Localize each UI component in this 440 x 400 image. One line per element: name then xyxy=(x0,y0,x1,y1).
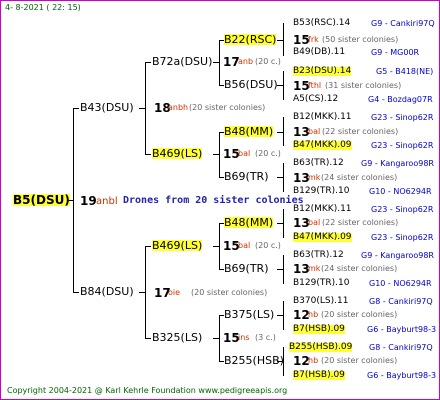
leaf-3-loc: G5 - B418(NE) xyxy=(376,67,434,76)
leaf-12[interactable]: B129(TR).10 xyxy=(293,279,349,288)
leaf-8[interactable]: B129(TR).10 xyxy=(293,187,349,196)
great-8-code: hb xyxy=(308,356,319,365)
great-3-note: (22 sister colonies) xyxy=(322,127,399,136)
mother-1-code: anbh xyxy=(168,103,189,112)
leaf-8-loc: G10 - NO6294R xyxy=(369,187,432,196)
great-1-code: frk xyxy=(308,35,319,44)
print-date: 4- 8-2021 ( 22: 15) xyxy=(5,3,81,12)
leaf-7-loc: G9 - Kangaroo98R xyxy=(361,159,434,168)
grand-3-note: (20 c.) xyxy=(255,241,281,250)
great-4-code: mk xyxy=(308,173,321,182)
leaf-9[interactable]: B12(MKK).11 xyxy=(293,205,352,214)
leaf-13-loc: G8 - Cankiri97Q xyxy=(369,297,433,306)
great-4[interactable]: B69(TR) xyxy=(224,171,269,182)
great-5[interactable]: B48(MM) xyxy=(224,217,274,228)
leaf-14[interactable]: B7(HSB).09 xyxy=(293,325,345,334)
leaf-14-loc: G6 - Bayburt98-3 xyxy=(367,325,437,334)
leaf-1-loc: G9 - Cankiri97Q xyxy=(371,19,435,28)
great-3[interactable]: B48(MM) xyxy=(224,126,274,137)
grand-4-note: (3 c.) xyxy=(255,333,276,342)
great-6[interactable]: B69(TR) xyxy=(224,263,269,274)
grand-3-code: bal xyxy=(238,241,251,250)
great-5-code: bal xyxy=(308,218,321,227)
great-4-note: (24 sister colonies) xyxy=(321,173,398,182)
leaf-7[interactable]: B63(TR).12 xyxy=(293,159,344,168)
great-2-code: fthl xyxy=(308,81,322,90)
leaf-15[interactable]: B255(HSB).09 xyxy=(289,343,353,352)
leaf-1[interactable]: B53(RSC).14 xyxy=(293,19,350,28)
grand-2-note: (20 c.) xyxy=(255,149,281,158)
grand-4[interactable]: B325(LS) xyxy=(152,332,202,343)
root-num: 19 xyxy=(80,194,97,208)
leaf-9-loc: G23 - Sinop62R xyxy=(371,205,434,214)
leaf-11-loc: G9 - Kangaroo98R xyxy=(361,251,434,260)
mother-2-note: (20 sister colonies) xyxy=(191,288,268,297)
great-1-note: (50 sister colonies) xyxy=(322,35,399,44)
root-queen[interactable]: B5(DSU) xyxy=(13,194,70,206)
leaf-2[interactable]: B49(DB).11 xyxy=(293,48,345,57)
great-5-note: (22 sister colonies) xyxy=(322,218,399,227)
leaf-16-loc: G6 - Bayburt98-3 xyxy=(367,371,437,380)
great-6-note: (24 sister colonies) xyxy=(321,264,398,273)
mother-2[interactable]: B84(DSU) xyxy=(80,286,134,297)
leaf-11[interactable]: B63(TR).12 xyxy=(293,251,344,260)
leaf-3[interactable]: B23(DSU).14 xyxy=(293,67,352,76)
mother-1[interactable]: B43(DSU) xyxy=(80,102,134,113)
leaf-15-loc: G8 - Cankiri97Q xyxy=(369,343,433,352)
leaf-10-loc: G23 - Sinop62R xyxy=(371,233,434,242)
root-drones-note: Drones from 20 sister colonies xyxy=(123,195,304,206)
leaf-5-loc: G23 - Sinop62R xyxy=(371,113,434,122)
leaf-5[interactable]: B12(MKK).11 xyxy=(293,113,352,122)
leaf-13[interactable]: B370(LS).11 xyxy=(293,297,348,306)
great-7-code: hb xyxy=(308,310,319,319)
leaf-2-loc: G9 - MG00R xyxy=(371,48,420,57)
grand-1-code: anb xyxy=(238,57,254,66)
leaf-6[interactable]: B47(MKK).09 xyxy=(293,141,352,150)
great-7-note: (20 sister colonies) xyxy=(321,310,398,319)
leaf-4-loc: G4 - Bozdag07R xyxy=(368,95,433,104)
leaf-4[interactable]: A5(CS).12 xyxy=(293,95,338,104)
leaf-6-loc: G23 - Sinop62R xyxy=(371,141,434,150)
grand-2[interactable]: B469(LS) xyxy=(152,148,203,159)
mother-2-code: oie xyxy=(168,288,181,297)
great-1[interactable]: B22(RSC) xyxy=(224,34,277,45)
root-code: anbl xyxy=(96,196,118,207)
great-8-note: (20 sister colonies) xyxy=(321,356,398,365)
leaf-12-loc: G10 - NO6294R xyxy=(369,279,432,288)
great-8[interactable]: B255(HSB) xyxy=(224,355,284,366)
leaf-10[interactable]: B47(MKK).09 xyxy=(293,233,352,242)
great-7[interactable]: B375(LS) xyxy=(224,309,274,320)
great-6-code: mk xyxy=(308,264,321,273)
great-2-note: (31 sister colonies) xyxy=(325,81,402,90)
pedigree-chart: 4- 8-2021 ( 22: 15) B5(DSU) 19 anbl Dron… xyxy=(0,0,440,400)
grand-1-note: (20 c.) xyxy=(255,57,281,66)
leaf-16[interactable]: B7(HSB).09 xyxy=(293,371,345,380)
mother-1-note: (20 sister colonies) xyxy=(189,103,266,112)
great-3-code: bal xyxy=(308,127,321,136)
great-2[interactable]: B56(DSU) xyxy=(224,79,278,90)
grand-4-code: ins xyxy=(238,333,250,342)
grand-2-code: bal xyxy=(238,149,251,158)
grand-3[interactable]: B469(LS) xyxy=(152,240,203,251)
copyright-footer: Copyright 2004-2021 @ Karl Kehrle Founda… xyxy=(7,386,288,395)
grand-1[interactable]: B72a(DSU) xyxy=(152,56,212,67)
